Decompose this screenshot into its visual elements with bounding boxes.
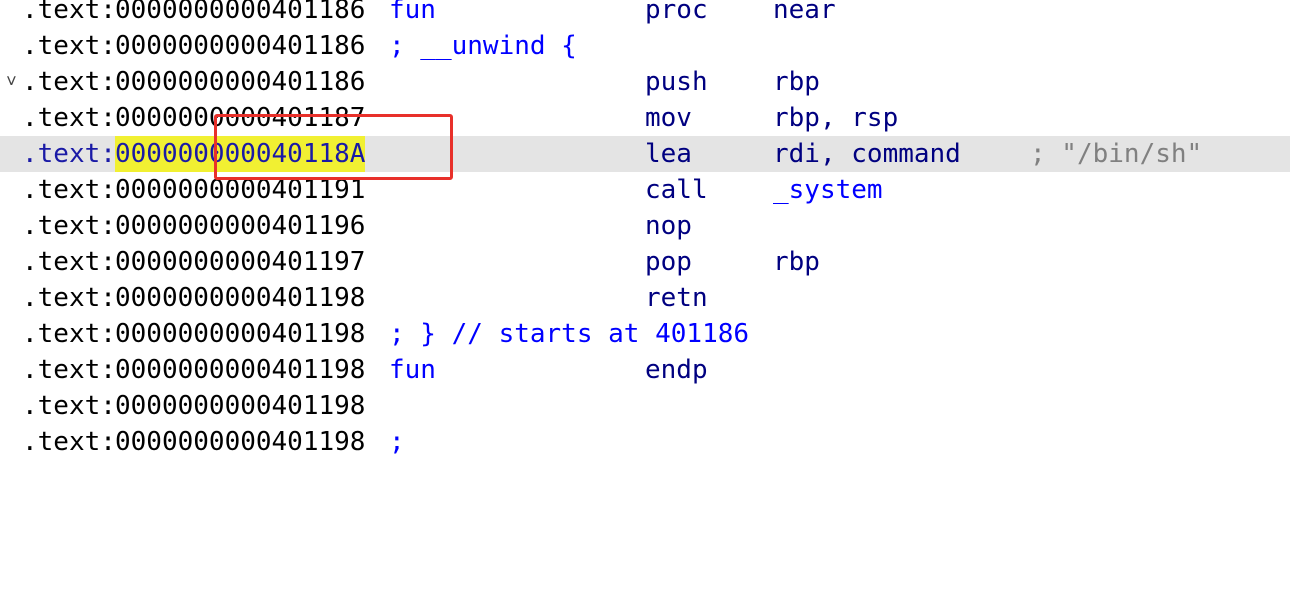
- segment-name: .text:: [22, 31, 116, 61]
- listing-line[interactable]: .text: 0000000000401198 ;: [0, 424, 1290, 460]
- instruction-operands[interactable]: _system: [773, 172, 883, 208]
- listing-line[interactable]: .text: 0000000000401198 fun endp: [0, 352, 1290, 388]
- comment: ;: [389, 427, 405, 457]
- instruction-operands[interactable]: rbp: [773, 244, 820, 280]
- address[interactable]: 0000000000401186: [115, 64, 365, 100]
- disassembly-listing[interactable]: .text: 0000000000401186 fun proc near .t…: [0, 0, 1290, 460]
- listing-line[interactable]: .text: 0000000000401197 pop rbp: [0, 244, 1290, 280]
- listing-line[interactable]: .text: 0000000000401186 ; __unwind {: [0, 28, 1290, 64]
- listing-line[interactable]: .text: 0000000000401198 ; } // starts at…: [0, 316, 1290, 352]
- comment: ; "/bin/sh": [1030, 139, 1203, 169]
- instruction-mnemonic[interactable]: retn: [645, 280, 708, 316]
- segment-name: .text:: [22, 319, 116, 349]
- segment-name: .text:: [22, 247, 116, 277]
- segment-name: .text:: [22, 175, 116, 205]
- segment-name: .text:: [22, 211, 116, 241]
- segment-name: .text:: [22, 391, 116, 421]
- instruction-operands[interactable]: rbp: [773, 64, 820, 100]
- listing-line[interactable]: ˅ .text: 0000000000401186 push rbp: [0, 64, 1290, 100]
- listing-line[interactable]: .text: 0000000000401198: [0, 388, 1290, 424]
- address[interactable]: 0000000000401198: [115, 388, 365, 424]
- address[interactable]: 0000000000401198: [115, 352, 365, 388]
- segment-name: .text:: [22, 355, 116, 385]
- directive-operand: near: [773, 0, 836, 25]
- address[interactable]: 0000000000401187: [115, 100, 365, 136]
- directive: proc: [645, 0, 708, 25]
- segment-name: .text:: [22, 0, 116, 25]
- segment-name: .text:: [22, 67, 116, 97]
- segment-name: .text:: [22, 427, 116, 457]
- address-highlighted[interactable]: 000000000040118A: [115, 136, 366, 172]
- address[interactable]: 0000000000401186: [115, 28, 365, 64]
- segment-name: .text:: [22, 103, 116, 133]
- segment-name: .text:: [22, 139, 116, 169]
- function-label[interactable]: fun: [389, 352, 436, 388]
- address[interactable]: 0000000000401198: [115, 424, 365, 460]
- listing-line[interactable]: .text: 0000000000401191 call _system: [0, 172, 1290, 208]
- address[interactable]: 0000000000401186: [115, 0, 365, 28]
- segment-name: .text:: [22, 283, 116, 313]
- address[interactable]: 0000000000401197: [115, 244, 365, 280]
- listing-line[interactable]: .text: 0000000000401186 fun proc near: [0, 0, 1290, 28]
- listing-line[interactable]: .text: 0000000000401196 nop: [0, 208, 1290, 244]
- instruction-mnemonic[interactable]: nop: [645, 208, 692, 244]
- address[interactable]: 0000000000401191: [115, 172, 365, 208]
- collapse-chevron-icon[interactable]: ˅: [6, 64, 20, 100]
- listing-line[interactable]: .text: 0000000000401198 retn: [0, 280, 1290, 316]
- instruction-mnemonic[interactable]: pop: [645, 244, 692, 280]
- comment: ; __unwind {: [389, 31, 577, 61]
- instruction-operands[interactable]: rbp, rsp: [773, 100, 898, 136]
- instruction-mnemonic[interactable]: mov: [645, 100, 692, 136]
- address[interactable]: 0000000000401196: [115, 208, 365, 244]
- listing-line[interactable]: .text: 0000000000401187 mov rbp, rsp: [0, 100, 1290, 136]
- instruction-mnemonic[interactable]: lea: [645, 136, 692, 172]
- listing-line-current[interactable]: .text: 000000000040118A lea rdi, command…: [0, 136, 1290, 172]
- address[interactable]: 0000000000401198: [115, 316, 365, 352]
- instruction-mnemonic[interactable]: call: [645, 172, 708, 208]
- function-label[interactable]: fun: [389, 0, 436, 28]
- directive: endp: [645, 355, 708, 385]
- instruction-mnemonic[interactable]: push: [645, 64, 708, 100]
- comment: ; } // starts at 401186: [389, 319, 750, 349]
- address[interactable]: 0000000000401198: [115, 280, 365, 316]
- instruction-operands[interactable]: rdi, command: [773, 136, 961, 172]
